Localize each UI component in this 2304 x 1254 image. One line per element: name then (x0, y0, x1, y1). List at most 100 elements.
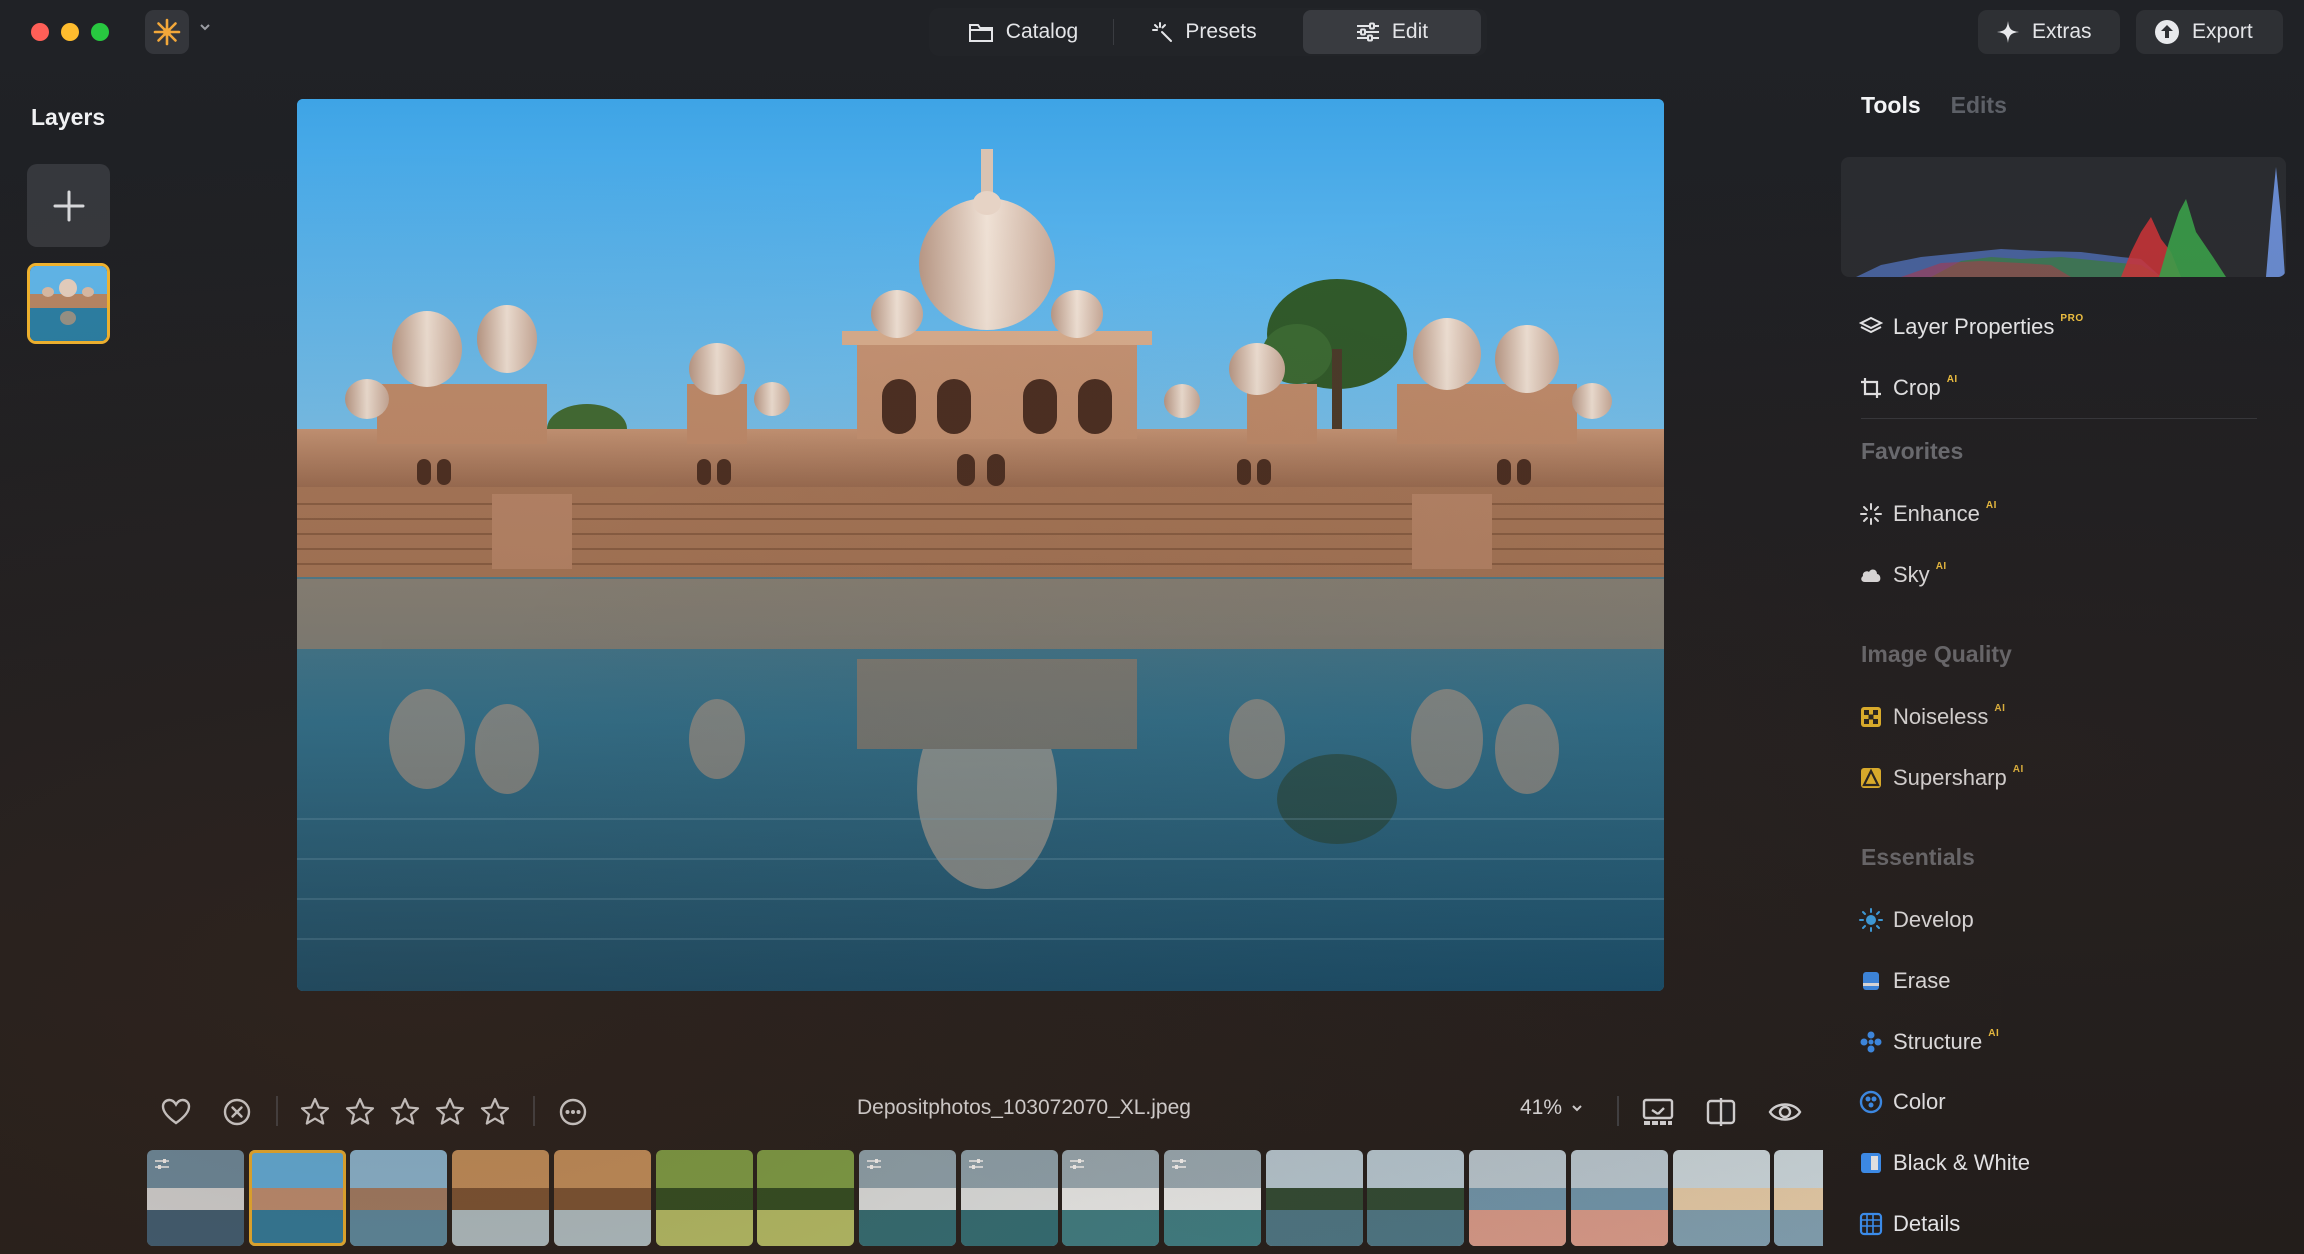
sun-logo-icon (153, 18, 181, 46)
reject-icon[interactable] (222, 1092, 252, 1132)
noiseless-icon (1859, 705, 1883, 729)
eye-icon[interactable] (1768, 1092, 1802, 1132)
display-icon[interactable] (1641, 1092, 1675, 1132)
app-window: Catalog Presets Edit Extras Export Layer… (0, 0, 2304, 1254)
tool-supersharp[interactable]: Supersharp AI (1859, 762, 2024, 794)
tool-details[interactable]: Details (1859, 1208, 1960, 1240)
minimize-window-button[interactable] (61, 23, 79, 41)
tool-badge: PRO (2060, 312, 2084, 324)
chevron-down-icon (1572, 1105, 1582, 1112)
layer-thumbnail[interactable] (27, 263, 110, 344)
zoom-dropdown[interactable]: 41% (1520, 1096, 1584, 1120)
tool-layer-properties[interactable]: Layer Properties PRO (1859, 311, 2084, 343)
main-photo[interactable] (297, 99, 1664, 991)
tool-label: Structure (1893, 1029, 1983, 1054)
edited-icon (1070, 1159, 1085, 1169)
thumbnail-image (655, 1150, 753, 1246)
tool-badge: AI (1946, 373, 1958, 385)
filmstrip-thumbnail[interactable] (1570, 1150, 1668, 1246)
tool-structure[interactable]: Structure AI (1859, 1026, 1999, 1058)
edited-icon (1172, 1159, 1186, 1169)
edited-icon (968, 1159, 983, 1169)
extras-label: Extras (2032, 20, 2092, 43)
tool-noiseless[interactable]: Noiseless AI (1859, 701, 2005, 733)
toolbar-divider (1617, 1096, 1619, 1126)
tab-presets-label: Presets (1185, 20, 1257, 43)
tool-color[interactable]: Color (1859, 1086, 1946, 1118)
plus-icon (53, 190, 84, 221)
star-icon[interactable] (479, 1092, 511, 1132)
filmstrip-thumbnail[interactable] (1672, 1150, 1770, 1246)
tool-label: Enhance (1893, 501, 1980, 526)
edited-icon (866, 1159, 881, 1169)
tool-develop[interactable]: Develop (1859, 904, 1974, 936)
tool-label: Sky (1893, 562, 1930, 587)
filmstrip-thumbnail[interactable] (147, 1150, 244, 1246)
filmstrip-thumbnail[interactable] (1469, 1150, 1567, 1246)
filmstrip-thumbnail[interactable] (248, 1150, 346, 1246)
close-window-button[interactable] (31, 23, 49, 41)
heart-icon[interactable] (160, 1092, 192, 1132)
filmstrip-thumbnail[interactable] (1062, 1150, 1160, 1246)
thumbnail-image (452, 1150, 550, 1246)
maximize-window-button[interactable] (91, 23, 109, 41)
chevron-down-icon[interactable] (198, 20, 212, 34)
star-icon[interactable] (299, 1092, 331, 1132)
thumbnail-image (1672, 1150, 1770, 1246)
compare-icon[interactable] (1705, 1092, 1737, 1132)
details-icon (1859, 1212, 1883, 1236)
filmstrip-thumbnail[interactable] (655, 1150, 753, 1246)
tool-badge: AI (2012, 763, 2024, 775)
zoom-value: 41% (1520, 1096, 1563, 1119)
tab-edit[interactable]: Edit (1303, 10, 1481, 54)
tool-sky[interactable]: Sky AI (1859, 559, 1947, 591)
filmstrip-thumbnail[interactable] (1265, 1150, 1363, 1246)
supersharp-icon (1859, 766, 1883, 790)
star-icon[interactable] (389, 1092, 421, 1132)
thumbnail-image (248, 1150, 346, 1246)
section-title: Favorites (1861, 438, 1964, 464)
add-layer-button[interactable] (27, 164, 110, 247)
tool-label: Layer Properties (1893, 314, 2055, 339)
filmstrip-thumbnail[interactable] (858, 1150, 956, 1246)
thumbnail-image (1774, 1150, 1823, 1246)
filmstrip-thumbnail[interactable] (350, 1150, 448, 1246)
app-menu-button[interactable] (145, 10, 189, 54)
star-icon[interactable] (344, 1092, 376, 1132)
tab-edits[interactable]: Edits (1951, 92, 2007, 119)
extras-button[interactable]: Extras (1978, 10, 2120, 54)
color-icon (1859, 1090, 1883, 1114)
filmstrip-thumbnail[interactable] (1774, 1150, 1823, 1246)
export-button[interactable]: Export (2136, 10, 2283, 54)
filmstrip-thumbnail[interactable] (1367, 1150, 1465, 1246)
tool-label: Crop (1893, 375, 1941, 400)
sliders-icon (1356, 22, 1379, 42)
temple-reflection-image (297, 99, 1664, 991)
more-icon[interactable] (558, 1092, 588, 1132)
tool-black-white[interactable]: Black & White (1859, 1147, 2030, 1179)
mode-switcher: Catalog Presets Edit (929, 8, 1487, 56)
star-icon[interactable] (434, 1092, 466, 1132)
filmstrip-thumbnail[interactable] (960, 1150, 1058, 1246)
tool-crop[interactable]: Crop AI (1859, 372, 1958, 404)
filmstrip-thumbnail[interactable] (452, 1150, 550, 1246)
tool-label: Black & White (1893, 1150, 2030, 1175)
edited-icon (155, 1159, 169, 1169)
tool-label: Noiseless (1893, 704, 1989, 729)
histogram-graph (1856, 167, 2285, 277)
bw-icon (1859, 1151, 1883, 1175)
panel-tabs: Tools Edits (1861, 92, 2007, 119)
filmstrip-thumbnail[interactable] (553, 1150, 651, 1246)
tool-erase[interactable]: Erase (1859, 965, 1950, 997)
filmstrip-thumbnail[interactable] (757, 1150, 855, 1246)
sparkle-icon (1997, 21, 2019, 43)
thumbnail-image (1570, 1150, 1668, 1246)
tab-catalog[interactable]: Catalog (933, 10, 1113, 54)
tool-label: Develop (1893, 907, 1974, 932)
tab-presets[interactable]: Presets (1114, 10, 1294, 54)
develop-icon (1859, 908, 1883, 932)
tool-badge: AI (1935, 560, 1947, 572)
tool-enhance[interactable]: Enhance AI (1859, 498, 1997, 530)
tab-tools[interactable]: Tools (1861, 92, 1921, 119)
filmstrip-thumbnail[interactable] (1164, 1150, 1261, 1246)
